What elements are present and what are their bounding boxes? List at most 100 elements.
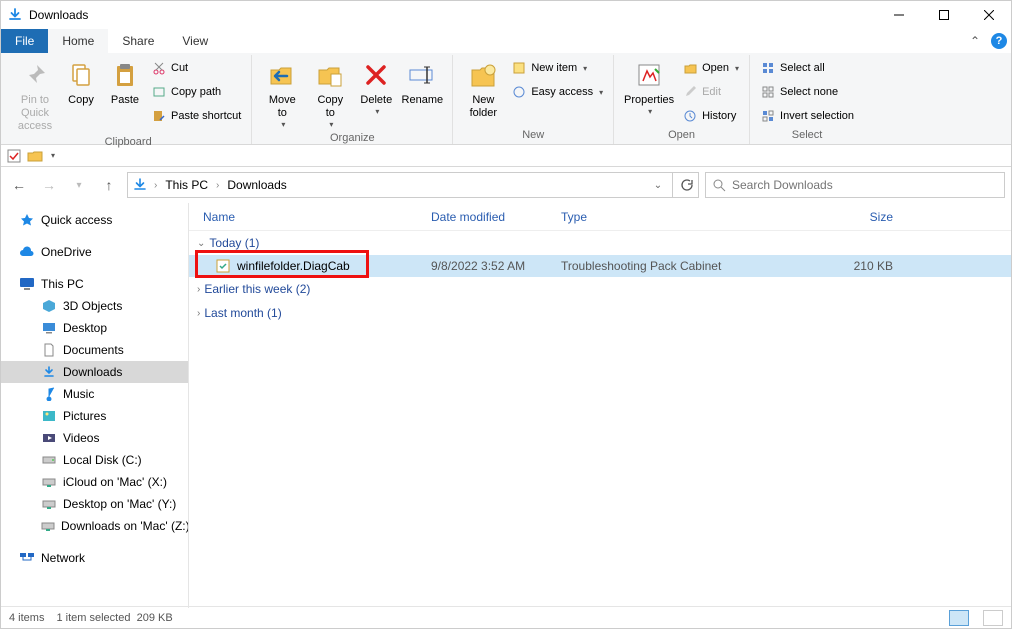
sidebar-item-3d-objects[interactable]: 3D Objects xyxy=(1,295,188,317)
search-icon xyxy=(712,178,726,192)
move-to-button[interactable]: Move to▾ xyxy=(258,55,306,130)
sidebar-item-videos[interactable]: Videos xyxy=(1,427,188,449)
search-box[interactable] xyxy=(705,172,1005,198)
sidebar-onedrive[interactable]: OneDrive xyxy=(1,241,188,263)
disk-icon xyxy=(41,452,57,468)
file-row[interactable]: winfilefolder.DiagCab 9/8/2022 3:52 AM T… xyxy=(189,255,1011,277)
history-button[interactable]: History xyxy=(678,105,743,127)
sidebar-network[interactable]: Network xyxy=(1,547,188,569)
column-header-date[interactable]: Date modified xyxy=(423,210,553,224)
copy-icon xyxy=(65,59,97,91)
chevron-down-icon: ⌄ xyxy=(197,238,205,249)
nav-forward-button[interactable]: → xyxy=(37,173,61,197)
tab-view[interactable]: View xyxy=(168,29,222,53)
downloads-icon xyxy=(7,7,23,23)
sidebar-this-pc[interactable]: This PC xyxy=(1,273,188,295)
nav-back-button[interactable]: ← xyxy=(7,173,31,197)
pin-to-quick-access-button[interactable]: Pin to Quick access xyxy=(11,55,59,134)
tab-file[interactable]: File xyxy=(1,29,48,53)
breadcrumb-segment[interactable]: Downloads xyxy=(225,178,288,192)
open-button[interactable]: Open▾ xyxy=(678,57,743,79)
address-bar[interactable]: › This PC › Downloads ⌄ xyxy=(127,172,673,198)
sidebar-quick-access[interactable]: Quick access xyxy=(1,209,188,231)
chevron-right-icon[interactable]: › xyxy=(214,180,221,191)
thumbnails-view-button[interactable] xyxy=(983,610,1003,626)
nav-up-button[interactable]: ↑ xyxy=(97,173,121,197)
file-size: 210 KB xyxy=(829,259,909,273)
sidebar-item-icloud-drive[interactable]: iCloud on 'Mac' (X:) xyxy=(1,471,188,493)
rename-button[interactable]: Rename xyxy=(398,55,446,107)
search-input[interactable] xyxy=(732,178,998,192)
column-header-size[interactable]: Size xyxy=(829,210,909,224)
group-earlier-this-week[interactable]: › Earlier this week (2) xyxy=(189,277,1011,301)
file-list-pane: Name Date modified Type Size ⌄ Today (1)… xyxy=(189,203,1011,608)
new-item-button[interactable]: New item▾ xyxy=(507,57,607,79)
sidebar-item-downloads[interactable]: Downloads xyxy=(1,361,188,383)
column-header-type[interactable]: Type xyxy=(553,210,829,224)
sidebar-item-pictures[interactable]: Pictures xyxy=(1,405,188,427)
status-selected-size: 209 KB xyxy=(137,612,173,624)
select-none-icon xyxy=(760,84,776,100)
copy-path-button[interactable]: Copy path xyxy=(147,81,245,103)
copy-button[interactable]: Copy xyxy=(59,55,103,107)
paste-shortcut-button[interactable]: Paste shortcut xyxy=(147,105,245,127)
delete-icon xyxy=(360,59,392,91)
invert-selection-button[interactable]: Invert selection xyxy=(756,105,858,127)
qat-folder-icon[interactable] xyxy=(27,149,43,163)
sidebar-item-desktop-mac[interactable]: Desktop on 'Mac' (Y:) xyxy=(1,493,188,515)
cut-icon xyxy=(151,60,167,76)
new-folder-button[interactable]: New folder xyxy=(459,55,507,120)
easy-access-button[interactable]: Easy access▾ xyxy=(507,81,607,103)
main-area: Quick access OneDrive This PC 3D Objects… xyxy=(1,203,1011,608)
maximize-button[interactable] xyxy=(921,1,966,29)
open-icon xyxy=(682,60,698,76)
copy-to-button[interactable]: Copy to▾ xyxy=(306,55,354,130)
sidebar-item-desktop[interactable]: Desktop xyxy=(1,317,188,339)
minimize-button[interactable] xyxy=(876,1,921,29)
delete-button[interactable]: Delete▾ xyxy=(354,55,398,117)
group-last-month[interactable]: › Last month (1) xyxy=(189,301,1011,325)
network-drive-icon xyxy=(41,474,57,490)
group-today[interactable]: ⌄ Today (1) xyxy=(189,231,1011,255)
star-icon xyxy=(19,212,35,228)
ribbon-collapse-button[interactable]: ⌃ xyxy=(963,29,987,53)
document-icon xyxy=(41,342,57,358)
status-item-count: 4 items xyxy=(9,612,44,624)
edit-button[interactable]: Edit xyxy=(678,81,743,103)
properties-icon xyxy=(633,59,665,91)
qat-dropdown-icon[interactable]: ▾ xyxy=(51,151,55,160)
select-all-button[interactable]: Select all xyxy=(756,57,858,79)
downloads-icon xyxy=(132,177,148,193)
network-icon xyxy=(19,550,35,566)
properties-button[interactable]: Properties▾ xyxy=(620,55,678,117)
sidebar-item-local-disk[interactable]: Local Disk (C:) xyxy=(1,449,188,471)
network-drive-icon xyxy=(41,496,57,512)
ribbon-group-organize: Move to▾ Copy to▾ Delete▾ Rename Organiz… xyxy=(252,55,453,144)
sidebar-item-downloads-mac[interactable]: Downloads on 'Mac' (Z:) xyxy=(1,515,188,537)
history-icon xyxy=(682,108,698,124)
sidebar-item-documents[interactable]: Documents xyxy=(1,339,188,361)
cloud-icon xyxy=(19,244,35,260)
sidebar-item-music[interactable]: Music xyxy=(1,383,188,405)
tab-share[interactable]: Share xyxy=(108,29,168,53)
tab-home[interactable]: Home xyxy=(48,29,108,53)
help-button[interactable]: ? xyxy=(987,29,1011,53)
details-view-button[interactable] xyxy=(949,610,969,626)
cut-button[interactable]: Cut xyxy=(147,57,245,79)
breadcrumb-segment[interactable]: This PC xyxy=(163,178,210,192)
ribbon-group-clipboard: Pin to Quick access Copy Paste Cut Copy … xyxy=(5,55,252,144)
refresh-button[interactable] xyxy=(673,172,699,198)
chevron-right-icon[interactable]: › xyxy=(152,180,159,191)
close-button[interactable] xyxy=(966,1,1011,29)
copy-path-icon xyxy=(151,84,167,100)
qat-checkbox-icon[interactable] xyxy=(7,149,21,163)
navigation-pane: Quick access OneDrive This PC 3D Objects… xyxy=(1,203,189,608)
nav-recent-button[interactable]: ▾ xyxy=(67,173,91,197)
paste-button[interactable]: Paste xyxy=(103,55,147,107)
column-header-name[interactable]: Name xyxy=(189,210,423,224)
file-type: Troubleshooting Pack Cabinet xyxy=(553,259,829,273)
address-dropdown-button[interactable]: ⌄ xyxy=(648,180,668,191)
select-none-button[interactable]: Select none xyxy=(756,81,858,103)
ribbon-group-open: Properties▾ Open▾ Edit History Open xyxy=(614,55,750,144)
ribbon: Pin to Quick access Copy Paste Cut Copy … xyxy=(1,53,1011,145)
